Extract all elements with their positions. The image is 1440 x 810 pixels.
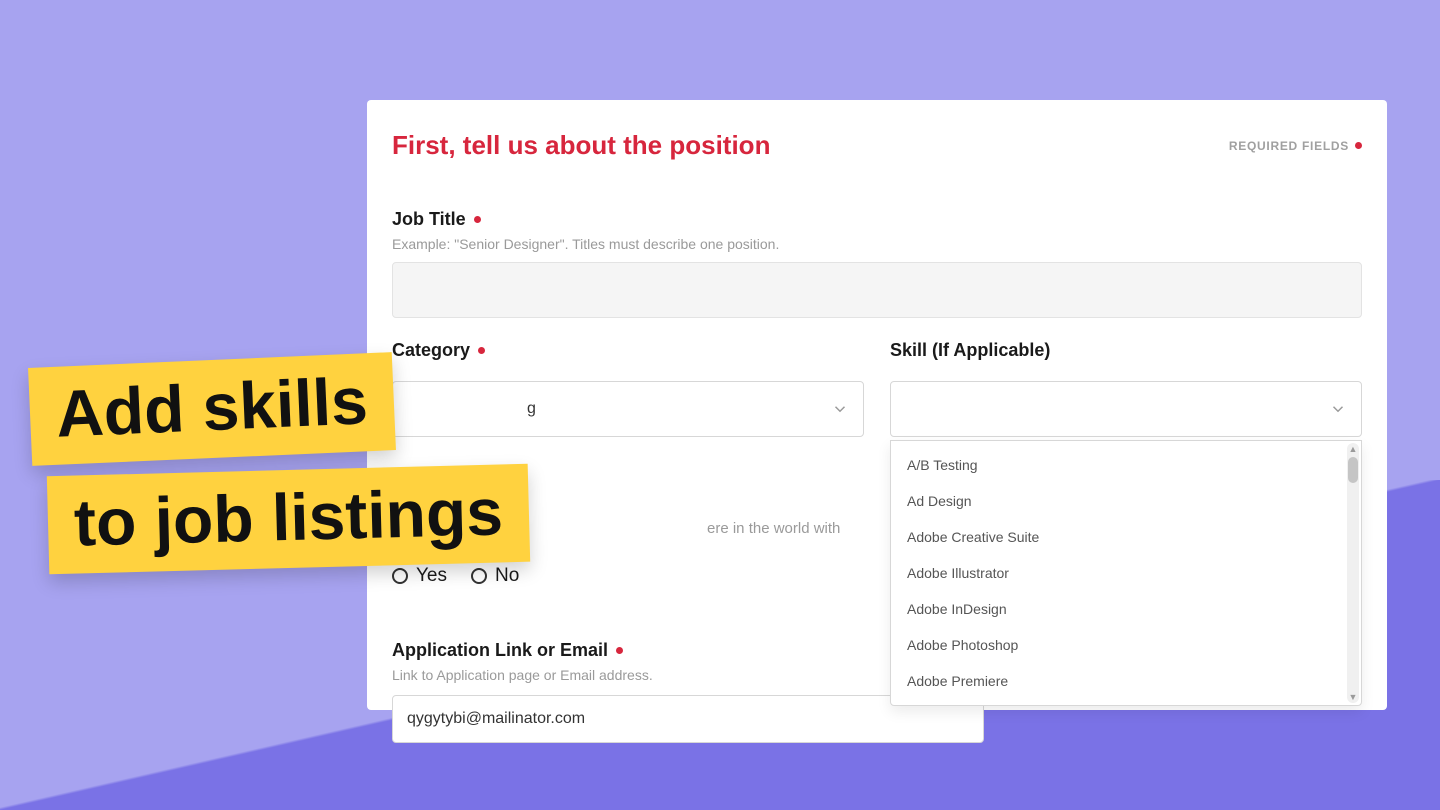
- overlay-note-line2: to job listings: [47, 464, 530, 575]
- application-label-text: Application Link or Email: [392, 640, 608, 661]
- job-title-label-text: Job Title: [392, 209, 466, 230]
- job-title-hint: Example: "Senior Designer". Titles must …: [392, 236, 1362, 252]
- category-label-text: Category: [392, 340, 470, 361]
- overlay-note-line1: Add skills: [28, 352, 396, 466]
- category-selected-fragment: g: [527, 400, 536, 418]
- job-title-field: Job Title Example: "Senior Designer". Ti…: [392, 209, 1362, 318]
- skill-column: Skill (If Applicable) A/B Testing Ad Des…: [890, 340, 1362, 437]
- job-title-label: Job Title: [392, 209, 1362, 230]
- required-fields-label: REQUIRED FIELDS: [1229, 139, 1362, 153]
- required-dot-icon: [616, 647, 623, 654]
- remote-radio-row: Yes No: [392, 565, 519, 587]
- scroll-up-icon: ▲: [1347, 443, 1359, 455]
- category-column: Category g: [392, 340, 864, 437]
- skill-option[interactable]: Adobe Illustrator: [891, 555, 1361, 591]
- required-dot-icon: [1355, 142, 1362, 149]
- skill-option[interactable]: Adobe InDesign: [891, 591, 1361, 627]
- skill-dropdown: A/B Testing Ad Design Adobe Creative Sui…: [890, 440, 1362, 706]
- skill-label: Skill (If Applicable): [890, 340, 1362, 361]
- required-dot-icon: [474, 216, 481, 223]
- page-title: First, tell us about the position: [392, 130, 770, 161]
- required-fields-text: REQUIRED FIELDS: [1229, 139, 1349, 153]
- skill-option[interactable]: Ad Design: [891, 483, 1361, 519]
- dropdown-scrollbar[interactable]: ▲ ▼: [1347, 443, 1359, 703]
- category-select[interactable]: g: [392, 381, 864, 437]
- skill-option[interactable]: A/B Testing: [891, 447, 1361, 483]
- chevron-down-icon: [831, 400, 849, 418]
- skill-select[interactable]: [890, 381, 1362, 437]
- remote-hint-fragment: ere in the world with: [707, 520, 840, 537]
- required-dot-icon: [478, 347, 485, 354]
- title-row: First, tell us about the position REQUIR…: [392, 130, 1362, 161]
- chevron-down-icon: [1329, 400, 1347, 418]
- job-title-input[interactable]: [392, 262, 1362, 318]
- category-skill-row: Category g Skill (If Applicable): [392, 340, 1362, 437]
- skill-option[interactable]: Adobe Premiere: [891, 663, 1361, 699]
- stage: First, tell us about the position REQUIR…: [0, 0, 1440, 810]
- remote-no-radio[interactable]: No: [471, 565, 519, 587]
- scroll-thumb[interactable]: [1348, 457, 1358, 483]
- skill-option[interactable]: Adobe Creative Suite: [891, 519, 1361, 555]
- category-label: Category: [392, 340, 864, 361]
- form-card: First, tell us about the position REQUIR…: [367, 100, 1387, 710]
- skill-label-text: Skill (If Applicable): [890, 340, 1050, 361]
- remote-yes-label: Yes: [416, 565, 447, 587]
- scroll-down-icon: ▼: [1347, 691, 1359, 703]
- remote-no-label: No: [495, 565, 519, 587]
- skill-option[interactable]: Adobe Photoshop: [891, 627, 1361, 663]
- remote-yes-radio[interactable]: Yes: [392, 565, 447, 587]
